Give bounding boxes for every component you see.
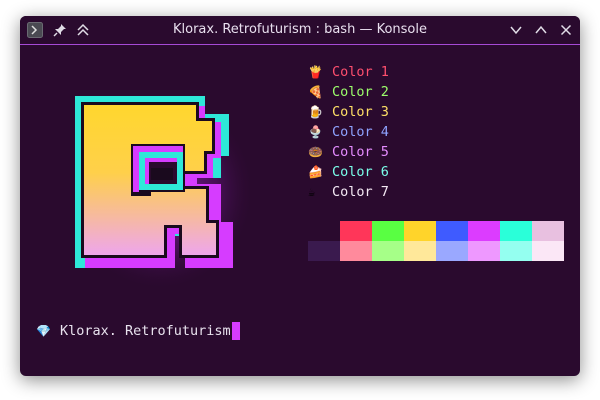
bright-swatch-4 [436,241,468,261]
color-row: 🍰 Color 6 [308,162,389,182]
color-swatches [308,221,564,261]
color-list: 🍟 Color 1 🍕 Color 2 🍺 Color 3 🍨 Color 4 … [308,62,389,202]
bright-swatch-1 [340,241,372,261]
text-cursor [231,322,240,340]
color-label: Color 5 [332,144,389,160]
ice-cream-icon: 🍨 [308,125,323,139]
bright-swatch-3 [404,241,436,261]
bright-swatch-6 [500,241,532,261]
normal-swatch-0 [308,221,340,241]
donut-icon: 🍩 [308,145,323,159]
color-label: Color 7 [332,184,389,200]
color-row: 🍨 Color 4 [308,122,389,142]
window-title: Klorax. Retrofuturism : bash — Konsole [172,22,427,37]
normal-swatch-5 [468,221,500,241]
swatch-row-normal [308,221,564,241]
shell-prompt[interactable]: 💎 Klorax. Retrofuturism [36,321,240,341]
normal-swatch-1 [340,221,372,241]
color-row: 🍟 Color 1 [308,62,389,82]
beer-icon: 🍺 [308,105,323,119]
fries-icon: 🍟 [308,65,323,79]
color-row: 🍩 Color 5 [308,142,389,162]
color-label: Color 3 [332,104,389,120]
cake-icon: 🍰 [308,165,323,179]
close-icon[interactable] [556,16,576,44]
klorax-logo [65,91,255,291]
chevron-down-icon[interactable] [506,16,526,44]
color-label: Color 1 [332,64,389,80]
coffee-icon: ☕ [308,185,316,199]
normal-swatch-6 [500,221,532,241]
color-label: Color 2 [332,84,389,100]
bright-swatch-5 [468,241,500,261]
bright-swatch-2 [372,241,404,261]
swatch-row-bright [308,241,564,261]
color-label: Color 6 [332,164,389,180]
prompt-text: Klorax. Retrofuturism [60,323,231,339]
title-bar: Klorax. Retrofuturism : bash — Konsole [20,16,580,45]
normal-swatch-7 [532,221,564,241]
color-row: 🍕 Color 2 [308,82,389,102]
gem-icon: 💎 [36,324,51,338]
chevron-up-icon[interactable] [531,16,551,44]
normal-swatch-2 [372,221,404,241]
pizza-icon: 🍕 [308,85,323,99]
normal-swatch-4 [436,221,468,241]
color-row: 🍺 Color 3 [308,102,389,122]
bright-swatch-0 [308,241,340,261]
normal-swatch-3 [404,221,436,241]
color-row: ☕ Color 7 [308,182,389,202]
bright-swatch-7 [532,241,564,261]
terminal-window: Klorax. Retrofuturism : bash — Konsole 🍟… [20,16,580,376]
color-label: Color 4 [332,124,389,140]
